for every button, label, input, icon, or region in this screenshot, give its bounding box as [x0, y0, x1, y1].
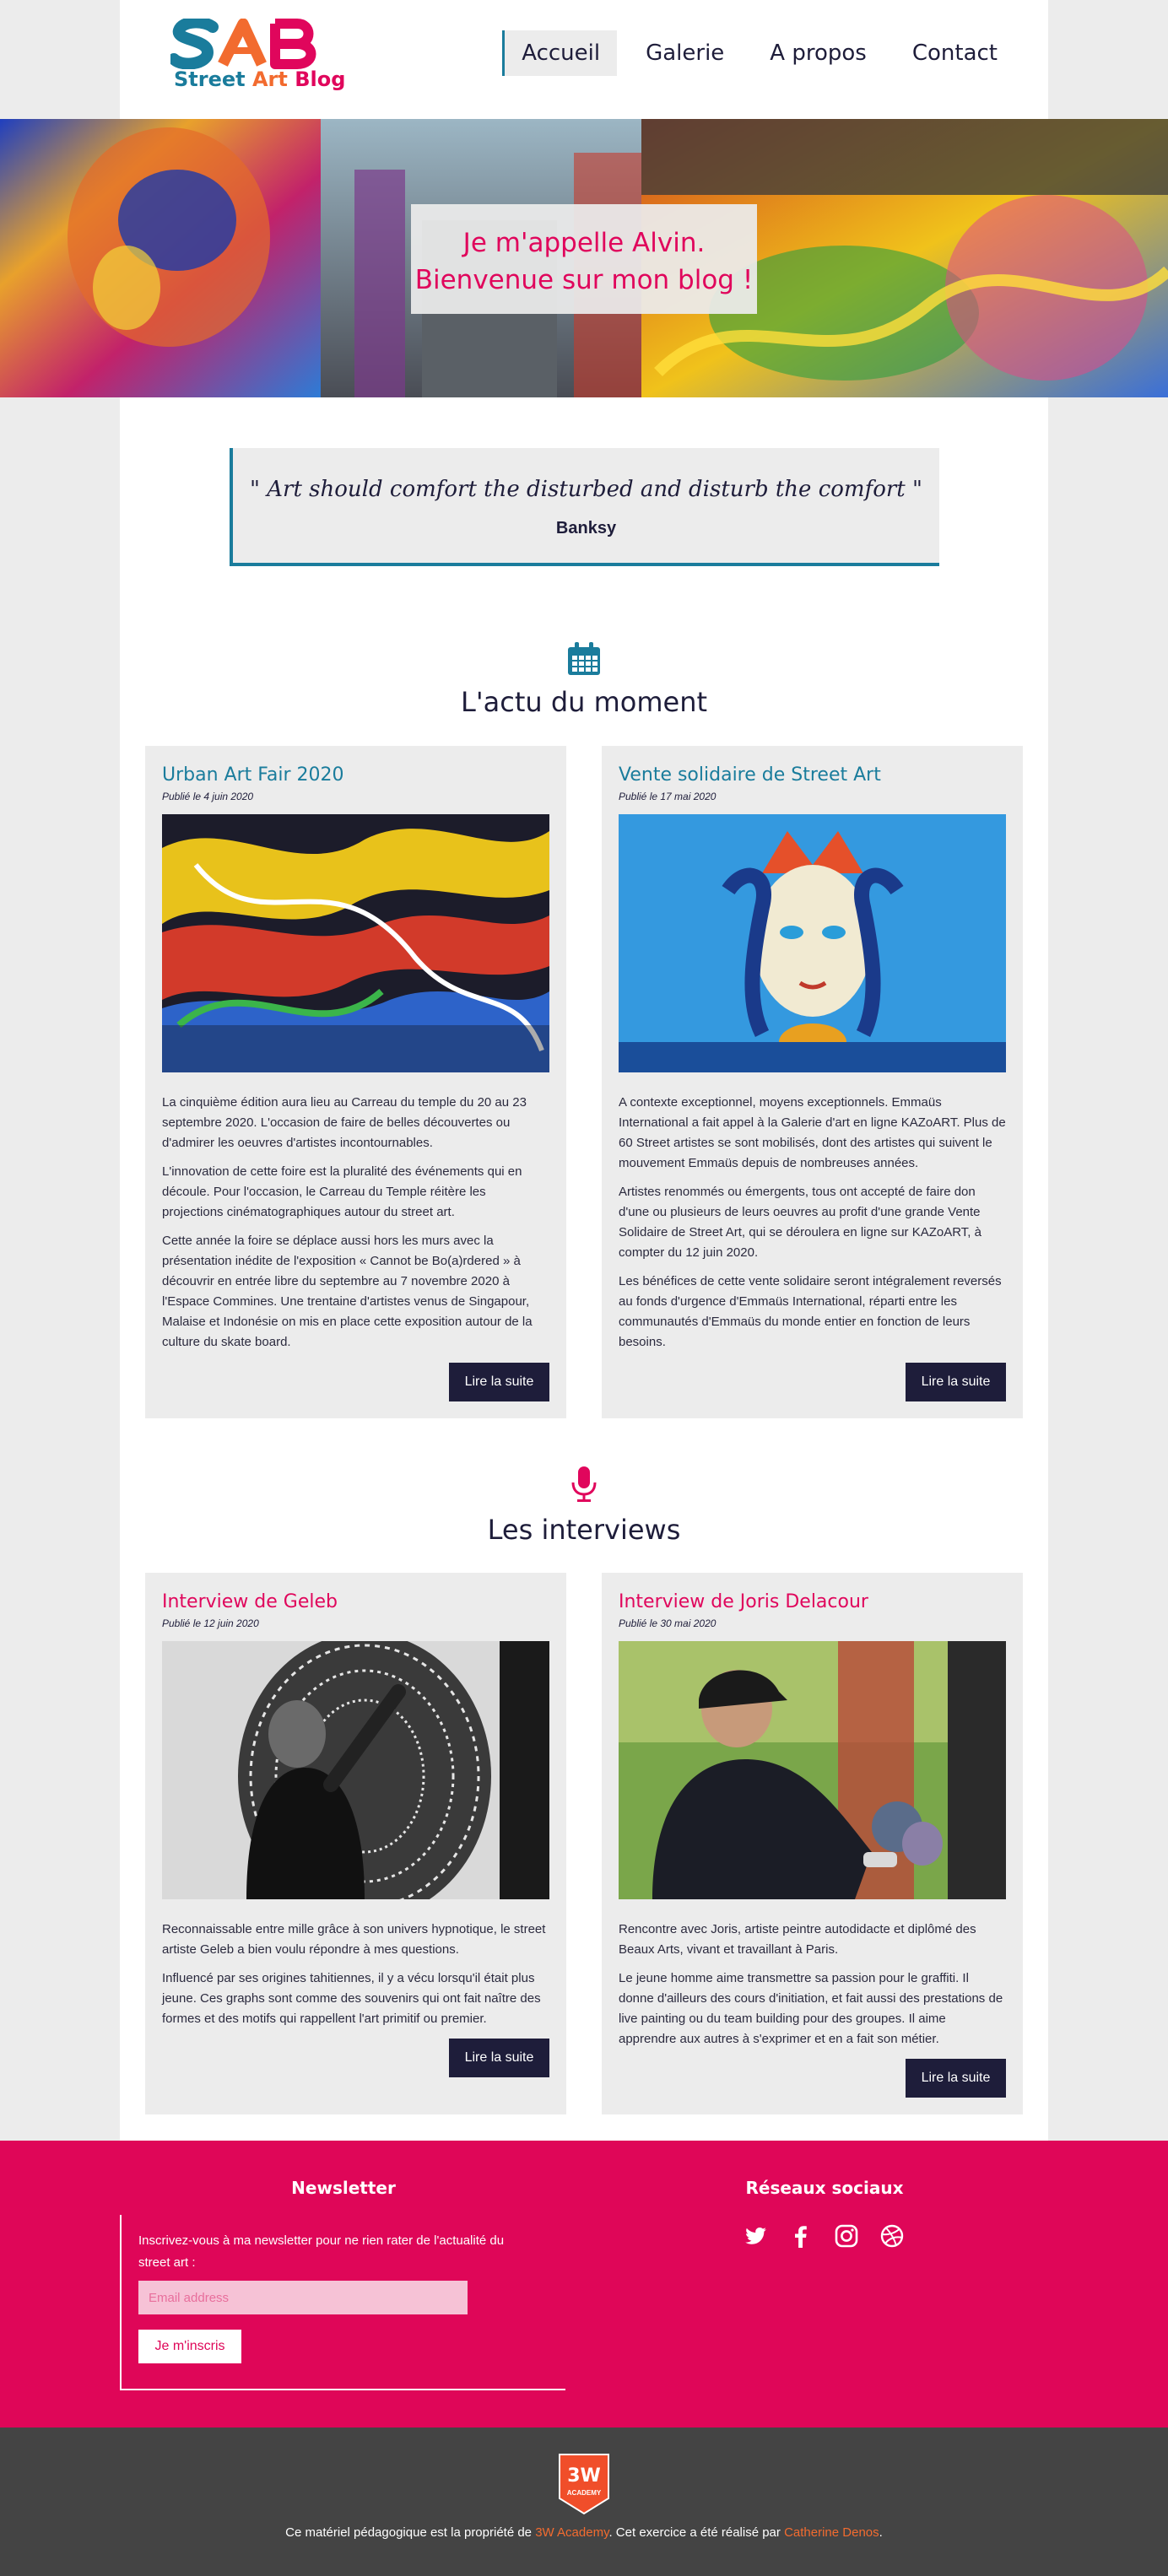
badge-text-academy: ACADEMY — [567, 2489, 602, 2497]
card-date: Publié le 17 mai 2020 — [619, 791, 716, 802]
logo-word-street: Street — [174, 68, 246, 91]
card-image-geleb — [162, 1641, 549, 1899]
card-image-joris-delacour — [619, 1641, 1006, 1899]
nav-accueil[interactable]: Accueil — [502, 30, 618, 76]
newsletter-title: Newsletter — [291, 2178, 396, 2198]
card-title[interactable]: Urban Art Fair 2020 — [162, 764, 549, 786]
credits-footer: 3W ACADEMY Ce matériel pédagogique est l… — [0, 2427, 1168, 2576]
social-links — [743, 2223, 905, 2249]
email-field[interactable]: Email address — [138, 2281, 468, 2314]
hero-title-line1: Je m'appelle Alvin. — [462, 228, 706, 258]
news-section-title: L'actu du moment — [460, 686, 708, 718]
newsletter-footer: Newsletter Inscrivez-vous à ma newslette… — [0, 2141, 1168, 2427]
card-image-street-art-sale — [619, 814, 1006, 1072]
card-paragraph: Le jeune homme aime transmettre sa passi… — [619, 1971, 1003, 2046]
card-image-urban-art-fair — [162, 814, 549, 1072]
news-card: Urban Art Fair 2020 Publié le 4 juin 202… — [145, 746, 566, 1418]
twitter-icon[interactable] — [743, 2223, 768, 2249]
interview-card: Interview de Geleb Publié le 12 juin 202… — [145, 1573, 566, 2114]
hero-welcome-box: Je m'appelle Alvin. Bienvenue sur mon bl… — [411, 204, 757, 314]
card-title[interactable]: Interview de Joris Delacour — [619, 1591, 1006, 1612]
subscribe-button[interactable]: Je m'inscris — [138, 2330, 241, 2363]
calendar-icon — [568, 642, 600, 675]
card-body: Rencontre avec Joris, artiste peintre au… — [619, 1920, 1006, 2049]
card-paragraph: Cette année la foire se déplace aussi ho… — [162, 1234, 533, 1349]
read-more-button[interactable]: Lire la suite — [906, 1363, 1006, 1401]
microphone-icon — [571, 1466, 597, 1502]
newsletter-form: Inscrivez-vous à ma newsletter pour ne r… — [120, 2215, 565, 2390]
page: Street Art Blog Accueil Galerie A propos… — [0, 0, 1168, 2576]
main-nav: Accueil Galerie A propos Contact — [502, 30, 1014, 76]
3w-academy-logo[interactable]: 3W ACADEMY — [558, 2453, 610, 2515]
card-date: Publié le 12 juin 2020 — [162, 1617, 259, 1629]
logo-word-blog: Blog — [295, 68, 346, 91]
card-paragraph: A contexte exceptionnel, moyens exceptio… — [619, 1095, 1006, 1170]
logo-word-art: Art — [251, 68, 288, 91]
interviews-section-title: Les interviews — [487, 1514, 681, 1546]
read-more-button[interactable]: Lire la suite — [449, 1363, 549, 1401]
credits-text: Ce matériel pédagogique est la propriété… — [0, 2525, 1168, 2540]
nav-contact[interactable]: Contact — [895, 30, 1014, 76]
card-paragraph: L'innovation de cette foire est la plura… — [162, 1164, 522, 1219]
logo-text: Street Art Blog — [174, 68, 345, 91]
hero-banner: Je m'appelle Alvin. Bienvenue sur mon bl… — [0, 119, 1168, 397]
nav-a-propos[interactable]: A propos — [753, 30, 884, 76]
site-header: Street Art Blog Accueil Galerie A propos… — [120, 0, 1048, 119]
news-card: Vente solidaire de Street Art Publié le … — [602, 746, 1023, 1418]
site-logo[interactable]: Street Art Blog — [170, 19, 345, 95]
card-paragraph: Artistes renommés ou émergents, tous ont… — [619, 1185, 981, 1260]
nav-galerie[interactable]: Galerie — [629, 30, 741, 76]
card-paragraph: Rencontre avec Joris, artiste peintre au… — [619, 1922, 976, 1957]
badge-text-3w: 3W — [567, 2465, 601, 2487]
quote-block: " Art should comfort the disturbed and d… — [230, 448, 939, 566]
read-more-button[interactable]: Lire la suite — [906, 2059, 1006, 2098]
interview-card: Interview de Joris Delacour Publié le 30… — [602, 1573, 1023, 2114]
3w-academy-link[interactable]: 3W Academy — [535, 2525, 608, 2540]
quote-author: Banksy — [555, 519, 617, 537]
card-body: A contexte exceptionnel, moyens exceptio… — [619, 1093, 1006, 1353]
instagram-icon[interactable] — [834, 2223, 859, 2249]
card-body: La cinquième édition aura lieu au Carrea… — [162, 1093, 549, 1353]
quote-text: " Art should comfort the disturbed and d… — [250, 477, 922, 502]
author-link[interactable]: Catherine Denos — [784, 2525, 879, 2540]
credits-suffix: . — [879, 2525, 883, 2540]
facebook-icon[interactable] — [788, 2223, 814, 2249]
card-paragraph: Les bénéfices de cette vente solidaire s… — [619, 1274, 1002, 1349]
newsletter-description: Inscrivez-vous à ma newsletter pour ne r… — [138, 2233, 505, 2270]
read-more-button[interactable]: Lire la suite — [449, 2039, 549, 2077]
credits-middle: . Cet exercice a été réalisé par — [608, 2525, 785, 2540]
card-title[interactable]: Interview de Geleb — [162, 1591, 549, 1612]
social-title: Réseaux sociaux — [745, 2178, 904, 2198]
dribbble-icon[interactable] — [879, 2223, 905, 2249]
card-paragraph: La cinquième édition aura lieu au Carrea… — [162, 1095, 527, 1150]
card-date: Publié le 30 mai 2020 — [619, 1617, 716, 1629]
card-title[interactable]: Vente solidaire de Street Art — [619, 764, 1006, 786]
logo-graffiti-letters — [170, 19, 316, 69]
card-paragraph: Reconnaissable entre mille grâce à son u… — [162, 1922, 546, 1957]
hero-title-line2: Bienvenue sur mon blog ! — [414, 265, 754, 295]
card-paragraph: Influencé par ses origines tahitiennes, … — [162, 1971, 541, 2026]
credits-prefix: Ce matériel pédagogique est la propriété… — [285, 2525, 536, 2540]
card-date: Publié le 4 juin 2020 — [162, 791, 254, 802]
card-body: Reconnaissable entre mille grâce à son u… — [162, 1920, 549, 2029]
